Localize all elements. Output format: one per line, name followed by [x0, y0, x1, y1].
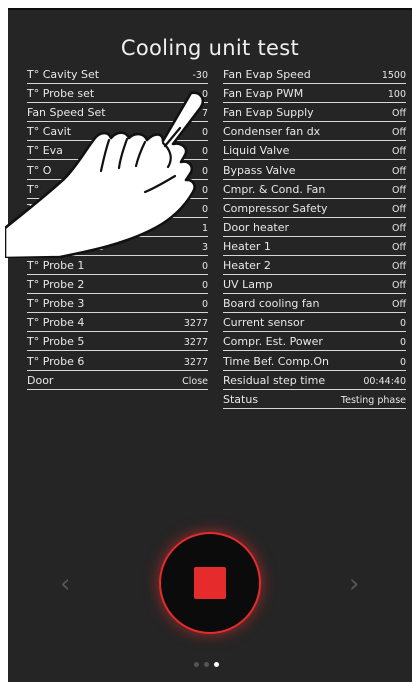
param-value: Off [391, 165, 406, 177]
param-label: Fan Evap Supply [223, 106, 314, 120]
param-label: T° Probe 1 [27, 259, 85, 272]
page-dot [194, 662, 199, 667]
param-value: 3277 [183, 318, 208, 330]
param-row-time-bef-comp-on: Time Bef. Comp.On 0 [223, 350, 406, 371]
param-row-compr-est-power: Compr. Est. Power 0 [223, 330, 406, 352]
param-row-t-probe-3: T° Probe 3 0 [27, 292, 208, 314]
stop-icon [194, 567, 226, 599]
param-row-t-probe-6: T° Probe 6 3277 [27, 350, 208, 371]
param-label: T° Probe 6 [27, 354, 85, 368]
param-row-compressor-safety: Compressor Safety Off [223, 197, 406, 218]
param-row-fan-evap-supply: Fan Evap Supply Off [223, 101, 406, 123]
param-row-t-probe-4: T° Probe 4 3277 [27, 311, 208, 333]
param-value: Close [182, 375, 208, 387]
param-label: Cmpr. & Cond. Fan [223, 182, 326, 196]
param-label: Fan Evap Speed [223, 68, 311, 81]
param-value: Off [391, 280, 406, 292]
param-label: T° Probe 2 [27, 278, 85, 292]
param-label: Fan Evap PWM [223, 87, 304, 101]
param-label: Heater 1 [223, 239, 271, 253]
param-row-condenser-fan-dx: Condenser fan dx Off [223, 120, 406, 142]
page-dot-active [214, 662, 219, 667]
param-row-status: Status Testing phase [223, 388, 406, 409]
param-value: -30 [192, 70, 208, 81]
page-title: Cooling unit test [120, 36, 300, 60]
param-label: Heater 2 [223, 259, 271, 272]
param-value: Off [391, 222, 406, 234]
page-dot [204, 662, 209, 667]
param-row-door: Door Close [27, 369, 208, 390]
param-label: Liquid Valve [223, 144, 290, 158]
param-label: Compr. Est. Power [223, 335, 323, 349]
param-value: Testing phase [340, 394, 406, 406]
param-label: Board cooling fan [223, 297, 320, 311]
param-value: 00:44:40 [363, 375, 406, 387]
param-value: Off [391, 299, 406, 311]
param-value: Off [391, 127, 406, 139]
param-value: 0 [201, 280, 208, 292]
param-value: Off [391, 108, 406, 120]
param-value: 0 [399, 318, 406, 330]
chevron-left-icon: ‹ [60, 569, 71, 599]
param-value: 0 [399, 337, 406, 349]
param-row-residual-step-time: Residual step time 00:44:40 [223, 369, 406, 390]
param-value: Off [391, 261, 406, 272]
param-label: Current sensor [223, 316, 305, 330]
param-row-door-heater: Door heater Off [223, 216, 406, 237]
param-row-fan-evap-speed: Fan Evap Speed 1500 [223, 63, 406, 84]
param-value: Off [391, 203, 406, 215]
param-row-board-cooling-fan: Board cooling fan Off [223, 292, 406, 314]
param-value: Off [391, 184, 406, 196]
param-label: T° Cavity Set [27, 68, 100, 81]
previous-page-button[interactable]: ‹ [60, 571, 70, 597]
param-row-bypass-valve: Bypass Valve Off [223, 159, 406, 180]
param-row-t-cavity-set: T° Cavity Set -30 [27, 63, 208, 84]
param-value: Off [391, 241, 406, 253]
stop-test-button[interactable] [161, 534, 259, 632]
param-value: 0 [399, 356, 406, 368]
param-value: Off [391, 146, 406, 158]
param-row-current-sensor: Current sensor 0 [223, 311, 406, 333]
param-row-cmpr-cond-fan: Cmpr. & Cond. Fan Off [223, 178, 406, 199]
param-row-heater-1: Heater 1 Off [223, 235, 406, 256]
param-value: 0 [201, 261, 208, 272]
param-value: 3277 [183, 337, 208, 349]
param-label: Bypass Valve [223, 163, 296, 177]
hand-silhouette [5, 91, 205, 258]
param-label: Condenser fan dx [223, 125, 321, 139]
param-label: Door [27, 373, 54, 387]
touch-hand-icon [5, 91, 205, 258]
param-value: 100 [387, 89, 406, 101]
param-label: T° Probe 5 [27, 335, 85, 349]
param-value: 3277 [183, 356, 208, 368]
param-row-t-probe-2: T° Probe 2 0 [27, 273, 208, 295]
param-row-heater-2: Heater 2 Off [223, 254, 406, 275]
param-row-fan-evap-pwm: Fan Evap PWM 100 [223, 82, 406, 104]
param-label: Status [223, 392, 259, 406]
param-label: T° Probe 3 [27, 297, 85, 311]
param-label: UV Lamp [223, 278, 273, 292]
param-label: T° Probe 4 [27, 316, 85, 330]
param-row-t-probe-5: T° Probe 5 3277 [27, 330, 208, 352]
param-label: Residual step time [223, 373, 326, 387]
param-label: Door heater [223, 220, 290, 234]
top-border [8, 8, 412, 10]
param-label: Compressor Safety [223, 201, 328, 215]
param-value: 1500 [381, 70, 406, 81]
chevron-right-icon: › [349, 569, 360, 599]
param-row-uv-lamp: UV Lamp Off [223, 273, 406, 295]
next-page-button[interactable]: › [349, 571, 359, 597]
param-row-liquid-valve: Liquid Valve Off [223, 139, 406, 161]
param-value: 0 [201, 299, 208, 311]
param-label: Time Bef. Comp.On [223, 354, 330, 368]
